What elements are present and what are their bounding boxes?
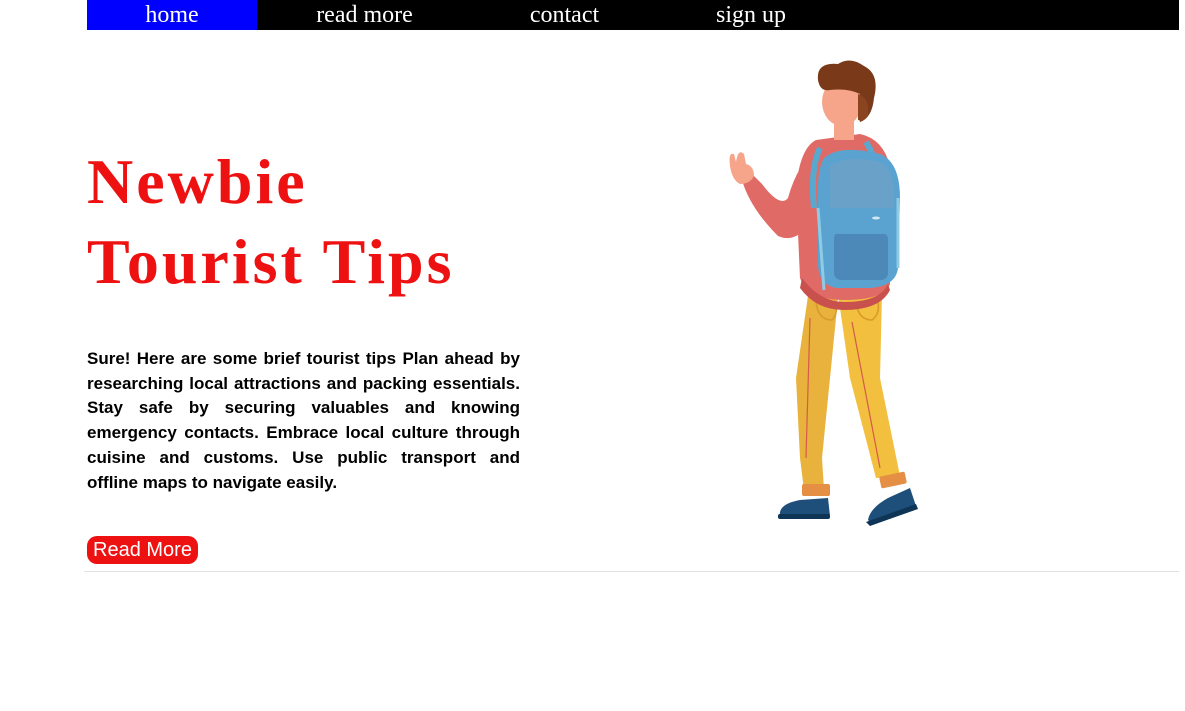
hero-description: Sure! Here are some brief tourist tips P…: [87, 349, 520, 492]
section-divider: [84, 571, 1179, 572]
hero-title-line-2: Tourist Tips: [87, 226, 455, 297]
tourist-with-backpack-illustration: [729, 60, 918, 526]
nav-item-contact[interactable]: contact: [502, 0, 627, 30]
hero-title: Newbie Tourist Tips: [87, 142, 557, 302]
hero-title-line-1: Newbie: [87, 146, 308, 217]
nav-item-read-more[interactable]: read more: [287, 0, 442, 30]
top-nav-bar: home read more contact sign up: [87, 0, 1179, 30]
read-more-button[interactable]: Read More: [87, 536, 198, 564]
nav-item-home[interactable]: home: [87, 0, 257, 30]
nav-item-sign-up[interactable]: sign up: [687, 0, 815, 30]
